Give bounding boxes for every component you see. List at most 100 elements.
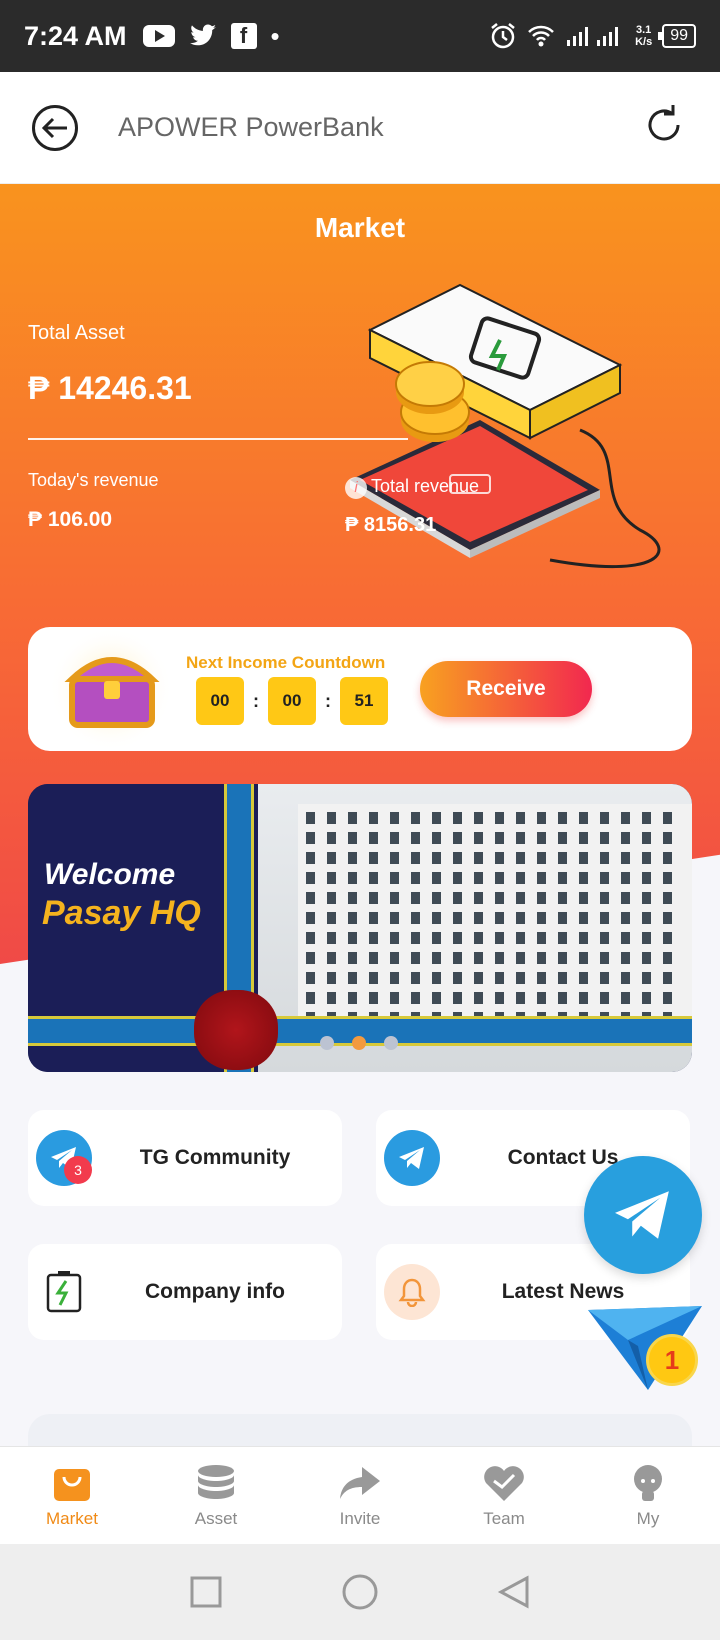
building-window: [558, 912, 567, 924]
company-info-card[interactable]: Company info: [28, 1244, 342, 1340]
tg-community-label: TG Community: [139, 1146, 291, 1169]
carousel-dot[interactable]: [320, 1036, 334, 1050]
countdown-seconds: 51: [340, 677, 388, 725]
building-window: [306, 832, 315, 844]
welcome-banner[interactable]: Welcome Pasay HQ: [28, 784, 692, 1072]
building-window: [348, 992, 357, 1004]
refresh-icon[interactable]: [640, 101, 688, 154]
nav-market[interactable]: Market: [0, 1447, 144, 1544]
hero-title: Market: [314, 212, 406, 243]
tg-community-card[interactable]: 3 TG Community: [28, 1110, 342, 1206]
building-window: [327, 972, 336, 984]
building-window: [306, 932, 315, 944]
total-revenue-text: Total revenue: [371, 476, 480, 496]
banner-welcome-text: Welcome: [44, 858, 176, 891]
building-window: [369, 972, 378, 984]
building-window: [537, 812, 546, 824]
building-window: [621, 852, 630, 864]
countdown-title: Next Income Countdown: [186, 653, 386, 672]
building-window: [621, 832, 630, 844]
back-arrow-icon[interactable]: [32, 104, 78, 151]
building-window: [327, 912, 336, 924]
building-window: [411, 912, 420, 924]
building-window: [369, 872, 378, 884]
today-revenue-label: Today's revenue: [28, 470, 159, 490]
building-window: [369, 952, 378, 964]
building-window: [495, 932, 504, 944]
building-window: [621, 892, 630, 904]
wifi-icon: [528, 25, 554, 47]
building-window: [516, 932, 525, 944]
building-window: [642, 812, 651, 824]
building-window: [621, 812, 630, 824]
building-window: [474, 952, 483, 964]
building-window: [663, 972, 672, 984]
battery-icon: 99: [658, 24, 696, 48]
carousel-dots[interactable]: [320, 1036, 398, 1050]
shopping-bag-icon: [54, 1469, 90, 1501]
building-window: [579, 952, 588, 964]
building-window: [642, 912, 651, 924]
building-window: [600, 932, 609, 944]
building-window: [390, 852, 399, 864]
building-window: [348, 972, 357, 984]
building-window: [663, 912, 672, 924]
bottom-nav: Market Asset Invite Team My: [0, 1446, 720, 1544]
building-window: [558, 932, 567, 944]
building-window: [663, 812, 672, 824]
building-window: [432, 912, 441, 924]
building-window: [411, 992, 420, 1004]
nav-team[interactable]: Team: [432, 1447, 576, 1544]
nav-invite-label: Invite: [339, 1509, 381, 1528]
heart-handshake-icon: [484, 1466, 524, 1501]
building-window: [432, 812, 441, 824]
building-window: [306, 852, 315, 864]
building-window: [453, 952, 462, 964]
powerbank-illustration: [350, 283, 661, 569]
nav-asset[interactable]: Asset: [144, 1447, 288, 1544]
building-window: [663, 852, 672, 864]
recent-apps-icon[interactable]: [189, 1575, 223, 1609]
company-info-label: Company info: [145, 1280, 285, 1303]
building-window: [474, 832, 483, 844]
building-window: [327, 832, 336, 844]
floating-telegram-button[interactable]: [584, 1156, 702, 1274]
info-icon[interactable]: i: [345, 477, 367, 499]
home-icon[interactable]: [341, 1573, 379, 1611]
building-window: [516, 972, 525, 984]
carousel-dot[interactable]: [384, 1036, 398, 1050]
building-window: [495, 972, 504, 984]
carousel-dot-active[interactable]: [352, 1036, 366, 1050]
building-window: [474, 852, 483, 864]
countdown-timer: 00 : 00 : 51: [196, 677, 388, 725]
building-window: [306, 812, 315, 824]
building-window: [432, 892, 441, 904]
building-window: [369, 852, 378, 864]
nav-invite[interactable]: Invite: [288, 1447, 432, 1544]
building-window: [327, 892, 336, 904]
building-window: [663, 832, 672, 844]
building-window: [663, 952, 672, 964]
nav-my[interactable]: My: [576, 1447, 720, 1544]
building-window: [327, 932, 336, 944]
receive-button[interactable]: Receive: [420, 661, 592, 717]
speed-unit: K/s: [635, 36, 653, 48]
building-window: [453, 972, 462, 984]
building-window: [495, 892, 504, 904]
building-window: [474, 932, 483, 944]
building-window: [453, 992, 462, 1004]
back-icon[interactable]: [497, 1575, 531, 1609]
building-window: [348, 832, 357, 844]
building-window: [390, 992, 399, 1004]
building-window: [600, 972, 609, 984]
building-window: [537, 952, 546, 964]
alarm-icon: [491, 23, 515, 49]
total-revenue-value: ₱ 8156.31: [345, 514, 437, 536]
status-time: 7:24 AM: [24, 20, 127, 51]
building-window: [516, 852, 525, 864]
building-window: [453, 872, 462, 884]
building-window: [600, 812, 609, 824]
building-window: [621, 872, 630, 884]
building-window: [306, 872, 315, 884]
building-window: [642, 972, 651, 984]
